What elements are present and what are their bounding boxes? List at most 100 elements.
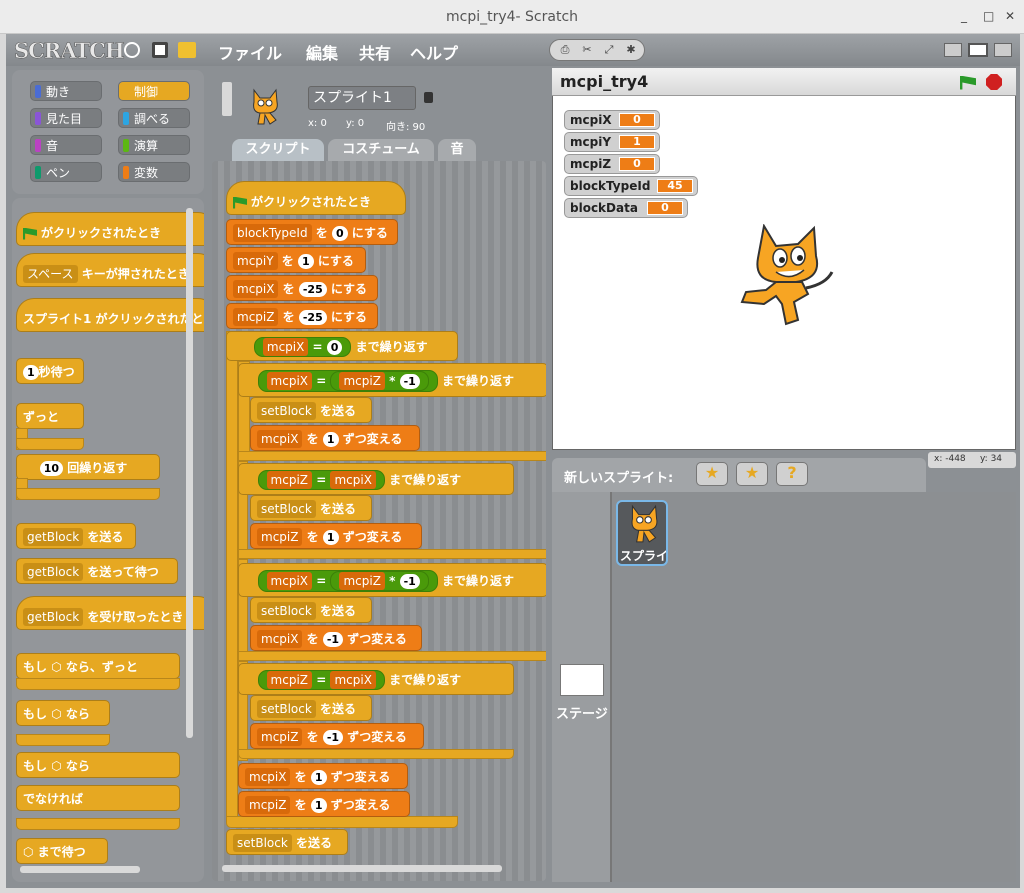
broadcast-setblock-4[interactable]: setBlock を送る [250, 695, 372, 721]
condition[interactable]: mcpiX = mcpiZ * -1 [257, 570, 438, 592]
condition[interactable]: mcpiX = mcpiZ * -1 [257, 370, 438, 392]
value-input[interactable]: 1 [310, 798, 327, 813]
category-1[interactable]: 制御 [118, 81, 190, 101]
message-dropdown[interactable]: getBlock [23, 608, 84, 626]
palette-broadcast-wait[interactable]: getBlock を送って待つ [16, 558, 178, 584]
var-dropdown[interactable]: blockTypeId [233, 224, 312, 242]
set-blocktypeid[interactable]: blockTypeId を 0 にする [226, 219, 398, 245]
change-mcpiz-3[interactable]: mcpiZ を 1 ずつ変える [238, 791, 410, 817]
palette-forever[interactable]: ずっと [16, 403, 84, 429]
monitor-mcpiX[interactable]: mcpiX 0 [564, 110, 660, 130]
var-dropdown[interactable]: mcpiZ [257, 728, 303, 746]
monitor-mcpiY[interactable]: mcpiY 1 [564, 132, 660, 152]
broadcast-setblock-3[interactable]: setBlock を送る [250, 597, 372, 623]
repeat-until-2[interactable]: mcpiX = mcpiZ * -1 まで繰り返す [238, 363, 546, 397]
message-dropdown[interactable]: getBlock [23, 528, 84, 546]
var-dropdown[interactable]: mcpiX [257, 430, 303, 448]
repeat-until-1[interactable]: mcpiX = 0 まで繰り返す [226, 331, 458, 361]
sprite-name-field[interactable]: スプライト1 [308, 86, 416, 110]
tab-costumes[interactable]: コスチューム [328, 139, 434, 161]
script-area[interactable]: がクリックされたとき blockTypeId を 0 にする mcpiY を 1… [212, 161, 546, 881]
palette-scrollbar[interactable] [186, 208, 193, 738]
message-dropdown[interactable]: setBlock [257, 500, 316, 518]
repeat-until-3[interactable]: mcpiZ = mcpiX まで繰り返す [238, 463, 514, 495]
set-mcpiy[interactable]: mcpiY を 1 にする [226, 247, 366, 273]
value-input[interactable]: -1 [322, 730, 344, 745]
palette-repeat[interactable]: 10 回繰り返す [16, 454, 160, 480]
stop-sign-icon[interactable] [986, 74, 1002, 90]
category-2[interactable]: 見た目 [30, 108, 102, 128]
change-mcpiz-2[interactable]: mcpiZ を -1 ずつ変える [250, 723, 424, 749]
minimize-button[interactable]: _ [961, 9, 967, 23]
menu-help[interactable]: ヘルプ [410, 40, 458, 64]
category-4[interactable]: 音 [30, 135, 102, 155]
monitor-blockTypeId[interactable]: blockTypeId 45 [564, 176, 698, 196]
script-hat-flag[interactable]: がクリックされたとき [226, 181, 406, 215]
cat-sprite[interactable] [736, 223, 836, 328]
value-input[interactable]: -1 [322, 632, 344, 647]
change-mcpix-2[interactable]: mcpiX を -1 ずつ変える [250, 625, 422, 651]
grow-icon[interactable]: ⤢ [602, 43, 616, 57]
condition[interactable]: mcpiX = 0 [253, 337, 352, 357]
value-input[interactable]: 0 [331, 226, 348, 241]
lock-icon[interactable] [424, 92, 433, 103]
condition[interactable]: mcpiZ = mcpiX [257, 670, 385, 690]
var-dropdown[interactable]: mcpiZ [257, 528, 303, 546]
monitor-blockData[interactable]: blockData 0 [564, 198, 688, 218]
condition[interactable]: mcpiZ = mcpiX [257, 470, 385, 490]
palette-wait-until[interactable]: ⬡ まで待つ [16, 838, 108, 864]
broadcast-setblock-1[interactable]: setBlock を送る [250, 397, 372, 423]
save-icon[interactable] [152, 42, 168, 58]
var-dropdown[interactable]: mcpiX [245, 768, 291, 786]
change-mcpix-3[interactable]: mcpiX を 1 ずつ変える [238, 763, 408, 789]
message-dropdown[interactable]: getBlock [23, 563, 84, 581]
close-button[interactable]: ✕ [1005, 9, 1015, 23]
choose-sprite-button[interactable]: ★ [736, 462, 768, 486]
value-input[interactable]: 0 [326, 340, 343, 355]
monitor-mcpiZ[interactable]: mcpiZ 0 [564, 154, 660, 174]
set-mcpix[interactable]: mcpiX を -25 にする [226, 275, 378, 301]
value-input[interactable]: -1 [399, 374, 420, 389]
value-input[interactable]: 1 [297, 254, 314, 269]
category-3[interactable]: 調べる [118, 108, 190, 128]
menu-share[interactable]: 共有 [359, 40, 391, 64]
category-7[interactable]: 変数 [118, 162, 190, 182]
sprite-thumb-sprite1[interactable]: スプライト1 [616, 500, 668, 566]
repeat-until-4[interactable]: mcpiX = mcpiZ * -1 まで繰り返す [238, 563, 546, 597]
var-dropdown[interactable]: mcpiY [233, 252, 278, 270]
share-icon[interactable] [178, 42, 196, 58]
palette-hat-flag[interactable]: がクリックされたとき [16, 212, 204, 246]
stage-thumbnail[interactable] [560, 664, 604, 696]
value-input[interactable]: -1 [399, 574, 420, 589]
stamp-icon[interactable]: ⎙ [558, 43, 572, 57]
menu-edit[interactable]: 編集 [306, 40, 338, 64]
palette-when-receive[interactable]: getBlock を受け取ったとき [16, 596, 204, 630]
message-dropdown[interactable]: setBlock [257, 700, 316, 718]
key-dropdown[interactable]: スペース [23, 265, 78, 283]
broadcast-setblock-5[interactable]: setBlock を送る [226, 829, 348, 855]
change-mcpiz-1[interactable]: mcpiZ を 1 ずつ変える [250, 523, 422, 549]
scissors-icon[interactable]: ✂ [580, 43, 594, 57]
palette-if-else[interactable]: もし ⬡ なら [16, 752, 180, 778]
var-dropdown[interactable]: mcpiZ [245, 796, 291, 814]
var-dropdown[interactable]: mcpiX [233, 280, 279, 298]
value-input[interactable]: -25 [298, 310, 327, 325]
value-input[interactable]: 1 [322, 432, 339, 447]
value-input[interactable]: 1 [310, 770, 327, 785]
repeat-number[interactable]: 10 [39, 461, 64, 476]
normal-stage-icon[interactable] [968, 43, 988, 57]
palette-wait[interactable]: 1 秒待つ [16, 358, 84, 384]
random-sprite-button[interactable]: ? [776, 462, 808, 486]
palette-broadcast[interactable]: getBlock を送る [16, 523, 136, 549]
message-dropdown[interactable]: setBlock [257, 602, 316, 620]
value-input[interactable]: -25 [298, 282, 327, 297]
message-dropdown[interactable]: setBlock [233, 834, 292, 852]
palette-if-forever[interactable]: もし ⬡ なら、ずっと [16, 653, 180, 679]
globe-icon[interactable] [124, 42, 140, 58]
maximize-button[interactable]: □ [983, 9, 994, 23]
tab-scripts[interactable]: スクリプト [232, 139, 324, 161]
broadcast-setblock-2[interactable]: setBlock を送る [250, 495, 372, 521]
green-flag-button[interactable] [960, 75, 980, 90]
category-0[interactable]: 動き [30, 81, 102, 101]
palette-hat-sprite[interactable]: スプライト1 がクリックされたとき [16, 298, 204, 332]
